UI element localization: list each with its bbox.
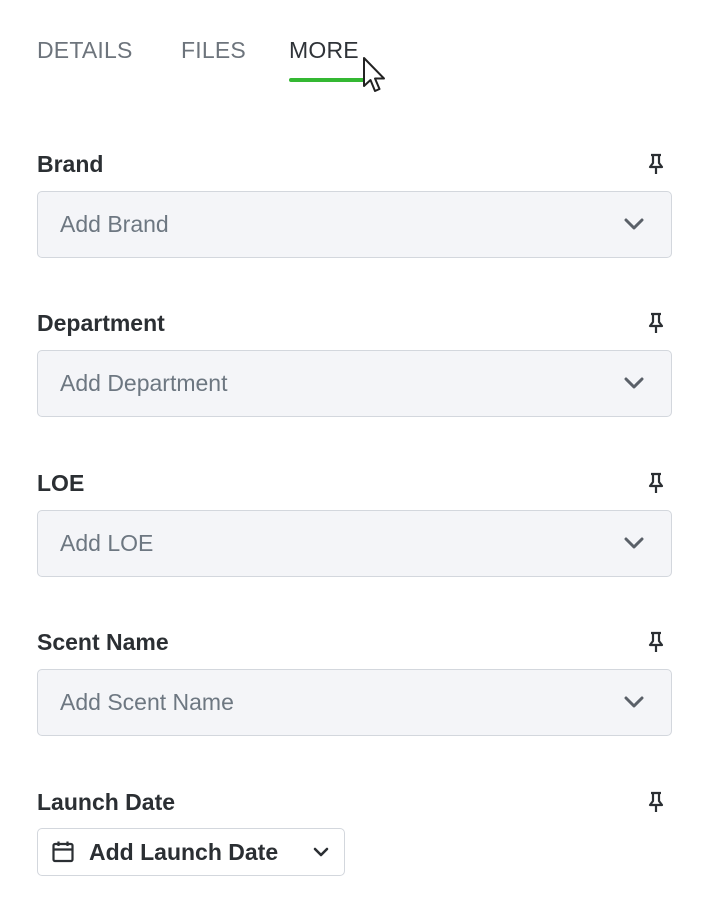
pin-icon[interactable]: [646, 312, 666, 334]
department-label: Department: [37, 310, 165, 336]
chevron-down-icon: [624, 696, 644, 708]
more-panel: DETAILS FILES MORE Brand Add Brand Depar…: [0, 0, 706, 900]
tab-files[interactable]: FILES: [181, 34, 246, 84]
loe-label: LOE: [37, 470, 85, 496]
scent-name-label: Scent Name: [37, 629, 169, 655]
loe-select[interactable]: Add LOE: [37, 510, 672, 577]
mouse-cursor-icon: [363, 57, 385, 92]
calendar-icon: [52, 841, 74, 863]
chevron-down-icon: [313, 847, 329, 857]
chevron-down-icon: [624, 377, 644, 389]
add-launch-date-button[interactable]: Add Launch Date: [37, 828, 345, 876]
scent-name-placeholder: Add Scent Name: [60, 689, 234, 715]
pin-icon[interactable]: [646, 153, 666, 175]
pin-icon[interactable]: [646, 631, 666, 653]
loe-placeholder: Add LOE: [60, 530, 154, 556]
brand-label: Brand: [37, 151, 104, 177]
scent-name-select[interactable]: Add Scent Name: [37, 669, 672, 736]
department-select[interactable]: Add Department: [37, 350, 672, 417]
pin-icon[interactable]: [646, 472, 666, 494]
chevron-down-icon: [624, 218, 644, 230]
tab-details[interactable]: DETAILS: [37, 34, 133, 84]
brand-select[interactable]: Add Brand: [37, 191, 672, 258]
add-launch-date-label: Add Launch Date: [89, 839, 279, 865]
launch-date-label: Launch Date: [37, 789, 176, 815]
brand-placeholder: Add Brand: [60, 211, 169, 237]
active-tab-indicator: [289, 78, 365, 82]
pin-icon[interactable]: [646, 791, 666, 813]
tab-more-label: MORE: [289, 37, 359, 63]
tab-more[interactable]: MORE: [289, 34, 365, 84]
chevron-down-icon: [624, 537, 644, 549]
department-placeholder: Add Department: [60, 370, 228, 396]
